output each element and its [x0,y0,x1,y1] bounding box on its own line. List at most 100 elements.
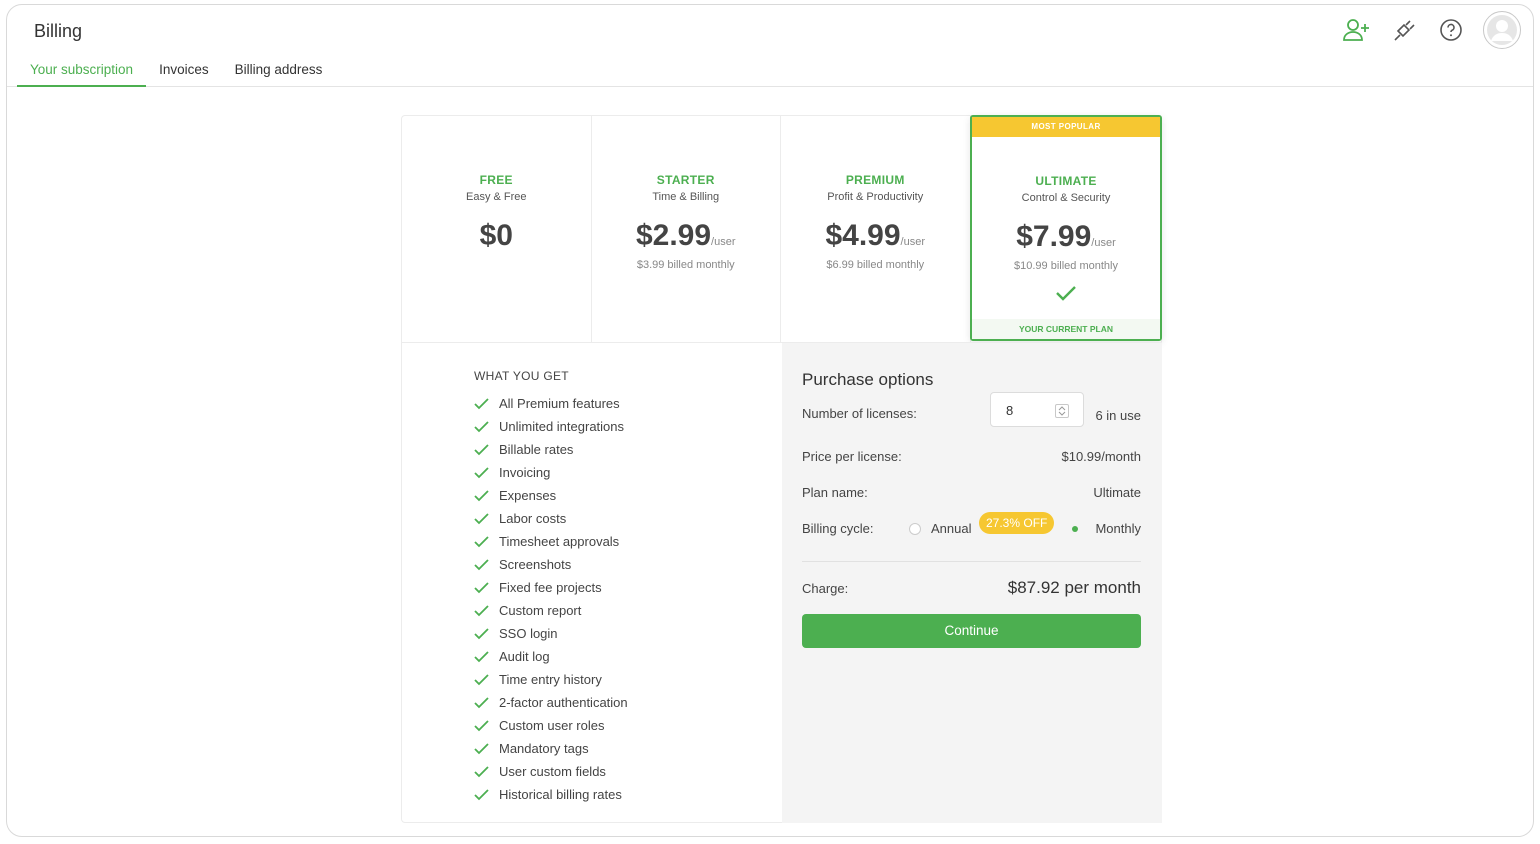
plan-name-row: Plan name: Ultimate [802,485,1141,500]
feature-label: Fixed fee projects [499,580,602,595]
price-per-license-row: Price per license: $10.99/month [802,449,1141,464]
continue-button[interactable]: Continue [802,614,1141,648]
discount-badge: 27.3% OFF [979,512,1055,534]
feature-label: Audit log [499,649,550,664]
feature-item: Labor costs [474,507,628,530]
check-icon [474,788,489,800]
plan-price-amount: $2.99 [635,219,712,252]
page-title: Billing [34,21,83,41]
licenses-in-use: 6 in use [1095,408,1141,423]
feature-label: Unlimited integrations [499,419,625,434]
feature-label: Historical billing rates [499,787,622,802]
annual-label[interactable]: Annual [931,521,971,536]
feature-item: Fixed fee projects [474,576,628,599]
feature-label: Billable rates [499,442,574,457]
feature-label: Invoicing [499,465,551,480]
feature-item: 2-factor authentication [474,691,628,714]
plan-subtitle: Time & Billing [652,191,720,203]
feature-item: Custom report [474,599,628,622]
licenses-label: Number of licenses: [802,406,917,421]
check-icon [474,489,489,501]
check-icon [474,627,489,639]
plan-card-free[interactable]: FREE Easy & Free $0 [402,116,592,342]
monthly-radio[interactable] [1069,523,1081,535]
quantity-stepper[interactable] [1055,404,1069,418]
current-plan-check-icon [972,284,1160,307]
features-section: WHAT YOU GET All Premium features Unlimit… [402,342,782,823]
tab-invoices[interactable]: Invoices [146,55,222,87]
plan-price: $7.99/user [972,220,1160,254]
plan-card-premium[interactable]: PREMIUM Profit & Productivity $4.99/user… [781,116,971,342]
help-icon[interactable] [1436,15,1466,45]
licenses-row: Number of licenses: 8 6 in use [802,392,1141,427]
plan-subtitle: Easy & Free [465,191,527,203]
feature-label: All Premium features [499,396,620,411]
plan-price: $2.99/user [592,219,781,253]
divider [802,561,1141,562]
plan-subtitle: Control & Security [1021,192,1111,204]
check-icon [474,719,489,731]
price-value: $10.99/month [1061,449,1141,464]
check-icon [474,673,489,685]
monthly-label[interactable]: Monthly [1095,521,1141,536]
most-popular-badge: MOST POPULAR [972,117,1160,137]
check-icon [474,581,489,593]
tab-billing-address[interactable]: Billing address [222,55,336,87]
plan-billed-monthly: $3.99 billed monthly [636,259,735,271]
plan-billed-monthly: $10.99 billed monthly [1014,260,1118,272]
purchase-options: Purchase options Number of licenses: 8 6… [782,342,1162,823]
feature-item: Custom user roles [474,714,628,737]
plan-name: FREE [479,173,513,187]
check-icon [474,765,489,777]
charge-row: Charge: $87.92 per month [802,578,1141,597]
check-icon [474,466,489,478]
feature-label: Time entry history [499,672,602,687]
plan-price-amount: $7.99 [1016,220,1092,253]
plan-price-amount: $0 [479,219,513,252]
cycle-label: Billing cycle: [802,521,874,536]
plan-label: Plan name: [802,485,868,500]
feature-label: SSO login [499,626,558,641]
check-icon [474,604,489,616]
check-icon [474,512,489,524]
plan-value: Ultimate [1093,485,1141,500]
plan-billed-monthly: $6.99 billed monthly [826,259,925,271]
feature-item: Unlimited integrations [474,415,628,438]
feature-label: Custom report [499,603,582,618]
billing-cycle-row: Billing cycle: Annual 27.3% OFF Monthly [802,512,1141,536]
licenses-input[interactable]: 8 [990,392,1084,427]
purchase-title: Purchase options [802,370,934,389]
check-icon [474,443,489,455]
feature-item: Expenses [474,484,628,507]
plan-price-unit: /user [900,236,926,248]
annual-radio[interactable] [909,523,921,535]
header-actions [1342,11,1521,49]
plan-card-starter[interactable]: STARTER Time & Billing $2.99/user $3.99 … [592,116,781,342]
subscription-panel: FREE Easy & Free $0 STARTER Time & Billi… [401,115,1162,823]
check-icon [474,650,489,662]
plan-card-ultimate[interactable]: MOST POPULAR ULTIMATE Control & Security… [970,115,1162,341]
feature-item: Timesheet approvals [474,530,628,553]
plan-price: $4.99/user [781,219,970,253]
header: Billing Your subscription Invoices Billi… [7,5,1533,87]
feature-label: Screenshots [499,557,572,572]
check-icon [474,558,489,570]
feature-item: Audit log [474,645,628,668]
feature-label: Custom user roles [499,718,605,733]
feature-item: User custom fields [474,760,628,783]
feature-label: User custom fields [499,764,606,779]
check-icon [474,742,489,754]
feature-label: Labor costs [499,511,567,526]
add-user-icon[interactable] [1342,15,1372,45]
plan-name: STARTER [656,173,715,187]
plug-icon[interactable] [1389,15,1419,45]
feature-item: Billable rates [474,438,628,461]
current-plan-label: YOUR CURRENT PLAN [972,319,1160,339]
tab-bar: Your subscription Invoices Billing addre… [17,55,335,87]
avatar[interactable] [1483,11,1521,49]
charge-value: $87.92 per month [1007,578,1141,597]
tab-your-subscription[interactable]: Your subscription [17,55,147,87]
check-icon [474,535,489,547]
feature-list: All Premium features Unlimited integratio… [474,392,628,806]
plan-price-unit: /user [1091,237,1116,249]
